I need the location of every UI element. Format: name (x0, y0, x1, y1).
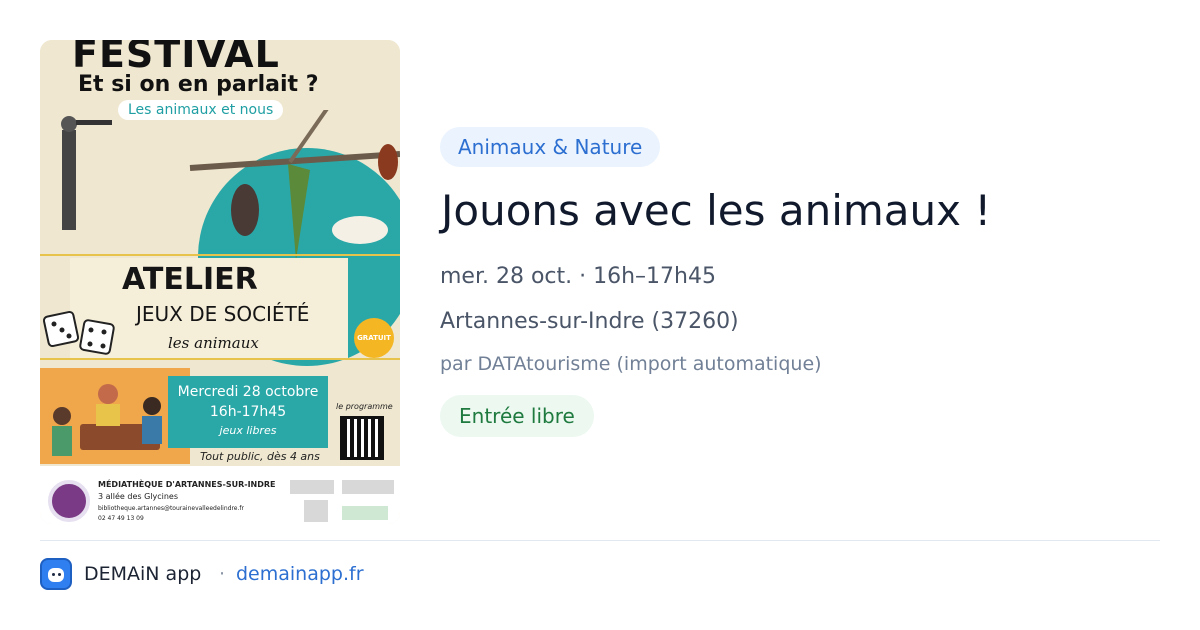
event-datetime: mer. 28 oct. · 16h–17h45 (440, 264, 716, 289)
poster-gratuit-badge: GRATUIT (354, 318, 394, 358)
poster-yellow-line-2 (40, 358, 400, 360)
footer-separator: · (219, 563, 226, 585)
poster-illustration (61, 110, 400, 260)
partner-logo-icon (290, 480, 334, 494)
poster-festival-heading: FESTIVAL (72, 40, 280, 76)
poster-time: 16h-17h45 (209, 404, 287, 420)
event-location: Artannes-sur-Indre (37260) (440, 309, 739, 334)
partner-logo-icon (342, 506, 388, 520)
price-badge: Entrée libre (440, 395, 594, 437)
app-url-link[interactable]: demainapp.fr (236, 563, 364, 585)
category-tag[interactable]: Animaux & Nature (440, 127, 661, 167)
poster-les-animaux: les animaux (168, 334, 259, 352)
mediatheque-logo-icon (48, 480, 90, 522)
poster-public: Tout public, dès 4 ans (200, 450, 320, 463)
poster-subtitle: Et si on en parlait ? (78, 72, 319, 97)
demain-app-icon[interactable] (40, 558, 72, 590)
poster-phone: 02 47 49 13 09 (98, 515, 144, 522)
poster-mediatheque: MÉDIATHÈQUE D'ARTANNES-SUR-INDRE (98, 480, 276, 489)
qr-code-icon (340, 416, 384, 460)
poster-date-box: Mercredi 28 octobre 16h-17h45 jeux libre… (168, 376, 328, 448)
footer-divider (40, 540, 1160, 541)
dice-icon (42, 310, 115, 355)
event-title[interactable]: Jouons avec les animaux ! (441, 186, 991, 235)
partner-logo-icon (342, 480, 394, 494)
poster-jeux-de-societe: JEUX DE SOCIÉTÉ (136, 302, 310, 326)
poster-atelier: ATELIER (122, 262, 258, 297)
event-poster-image: FESTIVAL Et si on en parlait ? Les anima… (40, 40, 400, 524)
app-name[interactable]: DEMAiN app (84, 563, 201, 585)
poster-email: bibliotheque.artannes@tourainevalleedeli… (98, 505, 244, 512)
event-author: par DATAtourisme (import automatique) (440, 353, 822, 375)
partner-logo-icon (304, 500, 328, 522)
poster-address: 3 allée des Glycines (98, 492, 179, 501)
poster-programme: le programme (336, 402, 393, 411)
poster-date: Mercredi 28 octobre (177, 384, 319, 400)
poster-jeux-libres: jeux libres (219, 424, 277, 437)
poster-yellow-line (40, 254, 400, 256)
